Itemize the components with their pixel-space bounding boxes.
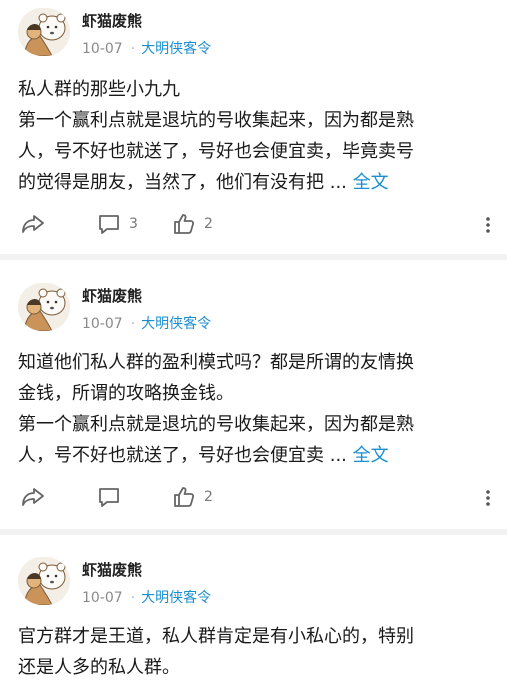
post-date: 10-07 [82,590,123,606]
avatar[interactable] [18,283,70,331]
post-meta: 10-07 · 大明侠客令 [82,313,211,333]
avatar[interactable] [18,8,70,56]
more-options-button[interactable] [485,489,491,511]
post-line: 官方群才是王道，私人群肯定是有小私心的，特别 [18,626,414,647]
share-button[interactable] [20,485,46,509]
share-icon [22,488,44,506]
topic-link[interactable]: 大明侠客令 [141,41,211,57]
comment-button[interactable] [97,485,129,509]
action-bar: 3 2 [0,212,507,242]
share-button[interactable] [20,212,46,236]
more-vertical-icon [486,217,490,233]
post-divider [0,529,507,535]
post-body[interactable]: 私人群的那些小九九 第一个赢利点就是退坑的号收集起来，因为都是熟 人，号不好也就… [18,74,496,198]
post-meta: 10-07 · 大明侠客令 [82,587,211,607]
separator-dot: · [130,41,136,57]
like-button[interactable]: 2 [172,212,213,236]
cat-bear-avatar-icon [18,283,70,331]
post-divider [0,254,507,260]
post-line: 人，号不好也就送了，号好也会便宜卖 ... [18,445,347,466]
like-count: 2 [204,216,213,232]
comment-count: 3 [129,216,138,232]
more-options-button[interactable] [485,216,491,238]
topic-link[interactable]: 大明侠客令 [141,316,211,332]
post-date: 10-07 [82,41,123,57]
post-line: 知道他们私人群的盈利模式吗？都是所谓的友情换 [18,352,414,373]
post-line: 人，号不好也就送了，号好也会便宜卖，毕竟卖号 [18,141,414,162]
separator-dot: · [130,590,136,606]
author-name[interactable]: 虾猫废熊 [82,10,142,31]
thumbs-up-icon [174,214,195,234]
topic-link[interactable]: 大明侠客令 [141,590,211,606]
cat-bear-avatar-icon [18,8,70,56]
post-line: 第一个赢利点就是退坑的号收集起来，因为都是熟 [18,414,414,435]
read-more-link[interactable]: 全文 [353,445,389,466]
more-vertical-icon [486,490,490,506]
post-body[interactable]: 官方群才是王道，私人群肯定是有小私心的，特别 还是人多的私人群。 [18,621,496,683]
post-line: 金钱，所谓的攻略换金钱。 [18,383,234,404]
post-line: 的觉得是朋友，当然了，他们有没有把 ... [18,172,347,193]
like-count: 2 [204,489,213,505]
post-line: 第一个赢利点就是退坑的号收集起来，因为都是熟 [18,110,414,131]
author-name[interactable]: 虾猫废熊 [82,285,142,306]
feed: 虾猫废熊 10-07 · 大明侠客令 私人群的那些小九九 第一个赢利点就是退坑的号收… [0,0,507,689]
post-line: 还是人多的私人群。 [18,657,180,678]
author-name[interactable]: 虾猫废熊 [82,559,142,580]
avatar[interactable] [18,557,70,605]
thumbs-up-icon [174,487,195,507]
post-date: 10-07 [82,316,123,332]
post-body[interactable]: 知道他们私人群的盈利模式吗？都是所谓的友情换 金钱，所谓的攻略换金钱。 第一个赢… [18,347,496,471]
separator-dot: · [130,316,136,332]
share-icon [22,215,44,233]
read-more-link[interactable]: 全文 [353,172,389,193]
post-meta: 10-07 · 大明侠客令 [82,38,211,58]
comment-icon [99,215,119,234]
comment-icon [99,488,119,507]
like-button[interactable]: 2 [172,485,213,509]
post-line: 私人群的那些小九九 [18,79,180,100]
action-bar: 2 [0,485,507,515]
comment-button[interactable]: 3 [97,212,138,236]
cat-bear-avatar-icon [18,557,70,605]
